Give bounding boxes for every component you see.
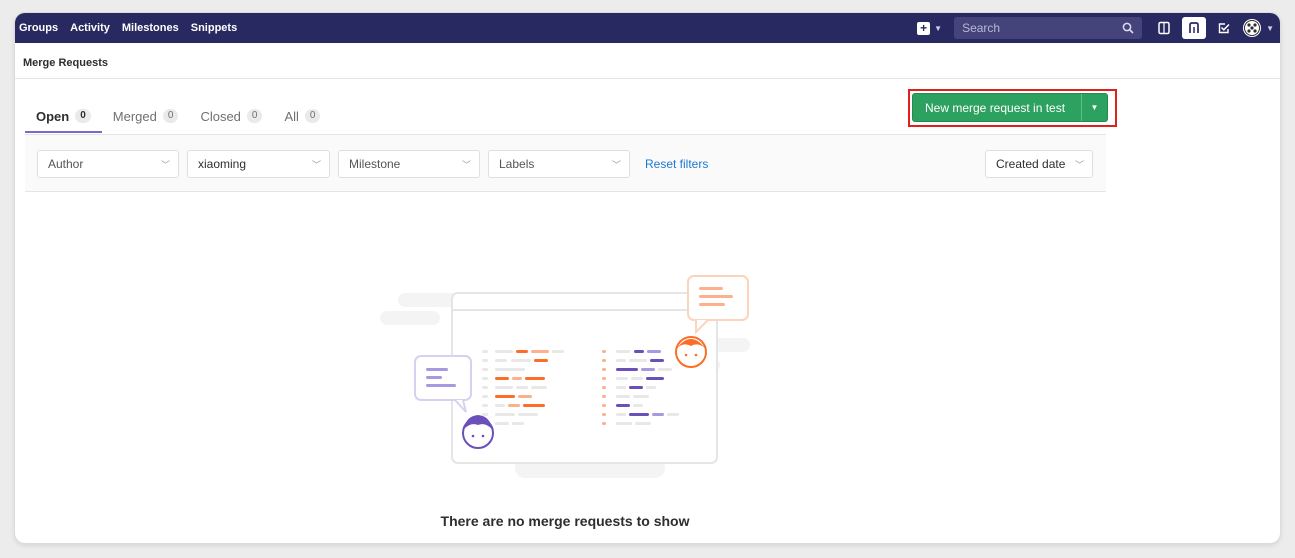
new-item-dropdown[interactable]: + ▼ xyxy=(917,21,943,35)
chevron-down-icon: ▼ xyxy=(1266,23,1274,33)
chevron-down-icon: ﹀ xyxy=(1074,159,1084,170)
nav-right: + ▼ Search ▼ xyxy=(917,13,1280,43)
plus-icon: + xyxy=(917,21,931,35)
new-merge-request-label: New merge request in test xyxy=(925,100,1066,115)
tab-open[interactable]: Open 0 xyxy=(25,99,102,133)
milestone-dropdown[interactable]: Milestone ﹀ xyxy=(338,150,480,178)
browser-window: Groups Activity Milestones Snippets + ▼ … xyxy=(15,13,1280,543)
top-navbar: Groups Activity Milestones Snippets + ▼ … xyxy=(15,13,1280,43)
empty-merge-requests-illustration xyxy=(380,275,750,478)
reset-filters-link[interactable]: Reset filters xyxy=(645,157,708,171)
author-dropdown[interactable]: Author ﹀ xyxy=(37,150,179,178)
nav-link-snippets[interactable]: Snippets xyxy=(191,22,237,34)
chevron-down-icon: ﹀ xyxy=(311,159,321,170)
merge-requests-icon[interactable] xyxy=(1182,17,1207,39)
nav-link-activity[interactable]: Activity xyxy=(70,22,110,34)
tab-label: Open xyxy=(36,108,70,124)
sort-dropdown-value: Created date xyxy=(996,157,1066,171)
filter-bar: Author ﹀ xiaoming ﹀ Milestone ﹀ Labels ﹀… xyxy=(25,134,1106,192)
labels-dropdown[interactable]: Labels ﹀ xyxy=(488,150,630,178)
tab-merged[interactable]: Merged 0 xyxy=(102,99,190,133)
count-badge: 0 xyxy=(75,109,91,123)
tab-label: All xyxy=(284,108,299,124)
search-input[interactable]: Search xyxy=(954,17,1143,39)
user-menu[interactable]: ▼ xyxy=(1242,18,1274,38)
chevron-down-icon: ﹀ xyxy=(160,159,170,170)
assignee-dropdown-value: xiaoming xyxy=(198,157,247,171)
breadcrumb[interactable]: Merge Requests xyxy=(23,57,108,69)
labels-dropdown-value: Labels xyxy=(499,157,535,171)
nav-link-milestones[interactable]: Milestones xyxy=(122,22,179,34)
tab-all[interactable]: All 0 xyxy=(273,99,331,133)
count-badge: 0 xyxy=(162,109,179,123)
new-merge-request-button[interactable]: New merge request in test ▼ xyxy=(912,93,1108,122)
mr-state-tabs: Open 0 Merged 0 Closed 0 All 0 xyxy=(25,99,331,133)
tab-label: Merged xyxy=(112,108,157,124)
tab-label: Closed xyxy=(200,108,241,124)
chevron-down-icon: ﹀ xyxy=(461,159,471,170)
empty-state-message: There are no merge requests to show xyxy=(440,513,690,529)
chevron-down-icon: ▼ xyxy=(934,23,943,33)
assignee-dropdown[interactable]: xiaoming ﹀ xyxy=(187,150,330,178)
todos-icon[interactable] xyxy=(1212,17,1236,39)
chevron-down-icon[interactable]: ▼ xyxy=(1081,94,1107,121)
count-badge: 0 xyxy=(304,109,321,123)
chevron-down-icon: ﹀ xyxy=(611,159,621,170)
avatar xyxy=(1243,19,1262,37)
tab-closed[interactable]: Closed 0 xyxy=(189,99,273,133)
nav-link-groups[interactable]: Groups xyxy=(19,22,58,34)
author-dropdown-value: Author xyxy=(48,157,84,171)
breadcrumb-divider xyxy=(15,78,1280,79)
search-icon xyxy=(1122,22,1134,34)
search-placeholder: Search xyxy=(962,21,1001,35)
nav-links: Groups Activity Milestones Snippets xyxy=(15,22,249,34)
count-badge: 0 xyxy=(246,109,263,123)
sort-dropdown[interactable]: Created date ﹀ xyxy=(985,150,1093,178)
issues-icon[interactable] xyxy=(1152,17,1176,39)
milestone-dropdown-value: Milestone xyxy=(349,157,401,171)
